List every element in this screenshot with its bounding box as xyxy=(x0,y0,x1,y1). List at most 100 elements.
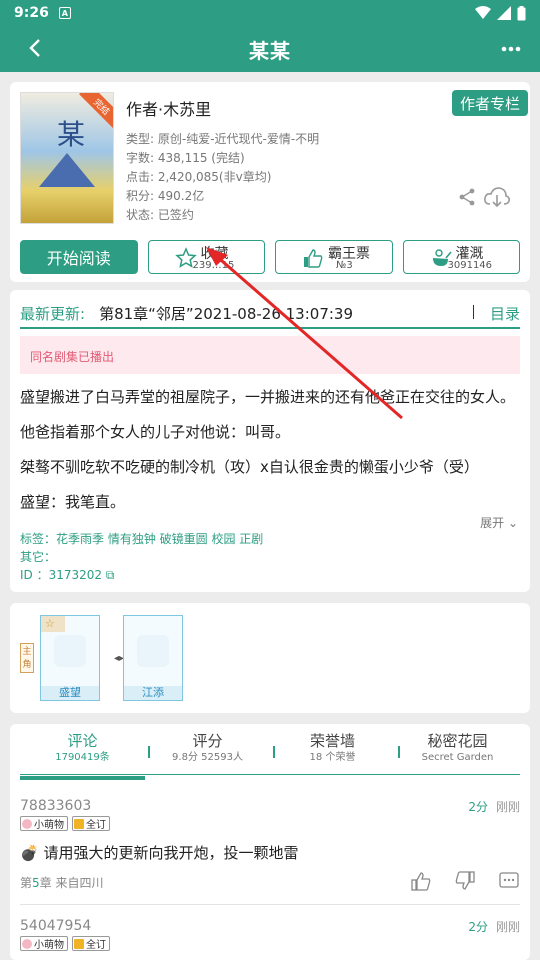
tags-block: 标签：花季雨季 情有独钟 破镜重圆 校园 正剧 其它： ID ：3173202 … xyxy=(20,530,263,584)
book-cover[interactable]: 某 完结 xyxy=(20,92,114,224)
comment-source: 第5章 来自四川 xyxy=(20,874,103,891)
tab-rating[interactable]: 评分 9.8分 52593人 xyxy=(145,730,270,774)
latest-update-row[interactable]: 最新更新: 第81章“邻居”2021-08-26 13:07:39 目录 xyxy=(20,298,520,328)
user-badges: 小萌物 全订 xyxy=(20,816,110,831)
role-card-left[interactable]: ☆ 盛望 xyxy=(40,615,100,701)
toc-link[interactable]: 目录 xyxy=(490,303,520,324)
role-name-right: 江添 xyxy=(124,686,182,700)
copy-icon[interactable]: ⧉ xyxy=(106,568,115,582)
comment-text: 💣 请用强大的更新向我开炮，投一颗地雷 xyxy=(20,844,299,862)
comments-card: 评论 1790419条 评分 9.8分 52593人 荣誉墙 18 个荣誉 秘密… xyxy=(10,724,530,960)
chapter-number[interactable]: 5 xyxy=(32,876,40,890)
like-icon[interactable] xyxy=(410,870,432,892)
dislike-icon[interactable] xyxy=(454,870,476,892)
overlord-ticket-button[interactable]: 霸王票 №3 xyxy=(275,240,393,274)
battery-icon xyxy=(517,5,526,20)
comment-tools xyxy=(410,870,520,892)
id-line: ID ：3173202 xyxy=(20,568,103,582)
app-bar: 某某 xyxy=(0,26,540,72)
tab-baseline xyxy=(20,774,520,775)
water-button[interactable]: 灌溉 3091146 xyxy=(402,240,520,274)
tab-title: 荣誉墙 xyxy=(309,732,355,750)
avatar xyxy=(54,635,86,667)
comment-score: 2分 刚刚 xyxy=(468,798,520,815)
update-separator xyxy=(472,305,474,319)
collect-count: 239…15 xyxy=(192,260,235,271)
action-buttons-row: 开始阅读 收藏 239…15 霸王票 №3 灌溉 3091146 xyxy=(20,240,520,274)
share-icon[interactable] xyxy=(458,188,476,206)
water-count: 3091146 xyxy=(447,260,493,271)
tab-bar: 评论 1790419条 评分 9.8分 52593人 荣誉墙 18 个荣誉 秘密… xyxy=(20,730,520,774)
roles-card: 主角 ☆ 盛望 ◂▸ 江添 xyxy=(10,603,530,713)
meta-status: 状态: 已签约 xyxy=(126,208,194,222)
author-column-button[interactable]: 作者专栏 xyxy=(451,90,528,116)
comment-time: 刚刚 xyxy=(495,800,520,814)
cover-art xyxy=(39,153,95,187)
comment-score: 2分 刚刚 xyxy=(468,918,520,935)
wifi-icon xyxy=(475,6,491,19)
intro-card: 最新更新: 第81章“邻居”2021-08-26 13:07:39 目录 同名剧… xyxy=(10,290,530,592)
notification-icon: A xyxy=(58,7,71,19)
lead-role-badge: 主角 xyxy=(20,643,34,673)
update-underline xyxy=(20,327,520,329)
tab-honor-wall[interactable]: 荣誉墙 18 个荣誉 xyxy=(270,730,395,774)
flower-icon xyxy=(22,818,32,829)
tab-title: 评分 xyxy=(192,732,223,750)
collect-button[interactable]: 收藏 239…15 xyxy=(147,240,265,274)
tags-line[interactable]: 标签：花季雨季 情有独钟 破镜重圆 校园 正剧 xyxy=(20,530,263,548)
tab-title: 秘密花园 xyxy=(427,732,488,750)
meta-clicks: 点击: 2,420,085(非v章均) xyxy=(126,170,272,184)
badge-full-subscribe: 全订 xyxy=(72,936,110,951)
user-badges: 小萌物 全订 xyxy=(20,936,110,951)
meta-points: 积分: 490.2亿 xyxy=(126,189,205,203)
latest-update-value: 第81章“邻居”2021-08-26 13:07:39 xyxy=(99,304,354,323)
start-reading-button[interactable]: 开始阅读 xyxy=(20,240,138,274)
overlord-ticket-rank: №3 xyxy=(336,260,353,271)
latest-update-label: 最新更新: xyxy=(20,304,86,323)
signal-icon xyxy=(497,6,511,20)
tab-subtitle: Secret Garden xyxy=(421,752,494,763)
badge-cute: 小萌物 xyxy=(20,816,68,831)
bookmark-icon xyxy=(74,818,84,829)
tab-secret-garden[interactable]: 秘密花园 Secret Garden xyxy=(395,730,520,774)
thumbs-up-icon xyxy=(304,249,323,268)
download-cloud-icon[interactable] xyxy=(483,185,511,209)
back-arrow-icon[interactable] xyxy=(24,36,48,60)
avatar xyxy=(137,635,169,667)
chevron-down-icon: ⌄ xyxy=(504,516,518,530)
flower-icon xyxy=(22,938,32,949)
comment-score-value: 2分 xyxy=(468,920,488,934)
tab-subtitle: 1790419条 xyxy=(55,752,110,763)
intro-paragraph-4: 盛望：我笔直。 xyxy=(20,493,126,511)
comment-score-value: 2分 xyxy=(468,800,488,814)
role-name-left: 盛望 xyxy=(41,686,99,700)
comment-user[interactable]: 78833603 xyxy=(20,798,91,814)
chapter-prefix: 第 xyxy=(20,876,33,890)
cover-title-art: 某 xyxy=(57,118,86,151)
comment-time: 刚刚 xyxy=(495,920,520,934)
page-title: 某某 xyxy=(249,38,291,63)
intro-paragraph-3: 桀骜不驯吃软不吃硬的制冷机（攻）x自认很金贵的懒蛋小少爷（受） xyxy=(20,458,479,476)
author-name[interactable]: 作者·木苏里 xyxy=(126,96,211,120)
badge-label: 小萌物 xyxy=(34,820,64,831)
more-menu-icon[interactable] xyxy=(500,38,522,60)
tab-comments[interactable]: 评论 1790419条 xyxy=(20,730,145,774)
reply-icon[interactable] xyxy=(498,870,520,892)
intro-paragraph-2: 他爸指着那个女人的儿子对他说：叫哥。 xyxy=(20,423,291,441)
chapter-suffix: 章 来自四川 xyxy=(39,876,104,890)
badge-label: 小萌物 xyxy=(34,940,64,951)
status-bar: 9:26 A xyxy=(0,0,540,26)
book-info-card: 某 完结 作者·木苏里 类型: 原创-纯爱-近代现代-爱情-不明 字数: 438… xyxy=(10,82,530,282)
badge-label: 全订 xyxy=(86,820,106,831)
comment-divider xyxy=(20,904,520,905)
tab-separator xyxy=(273,746,275,758)
comment-user[interactable]: 54047954 xyxy=(20,918,91,934)
tab-subtitle: 9.8分 52593人 xyxy=(172,752,243,763)
tab-separator xyxy=(148,746,150,758)
role-card-right[interactable]: 江添 xyxy=(123,615,183,701)
expand-button[interactable]: 展开 ⌄ xyxy=(480,514,518,531)
badge-full-subscribe: 全订 xyxy=(72,816,110,831)
tab-separator xyxy=(398,746,400,758)
star-badge-icon: ☆ xyxy=(41,616,65,632)
badge-cute: 小萌物 xyxy=(20,936,68,951)
